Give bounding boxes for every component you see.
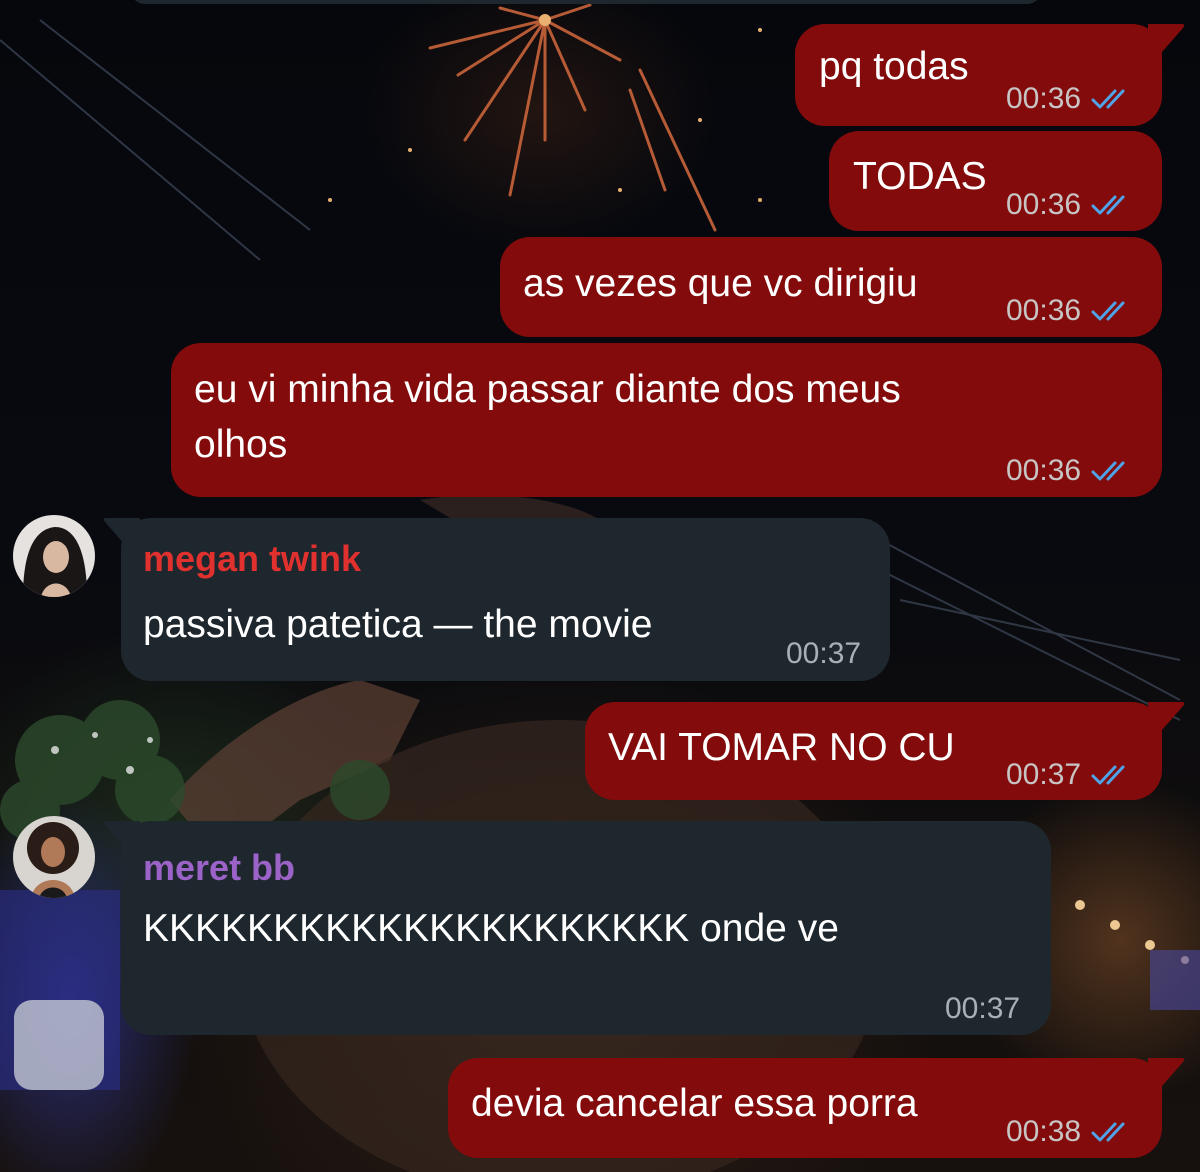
avatar-photo (13, 816, 95, 898)
message-text-line: olhos (194, 423, 288, 466)
message-bubble-outgoing[interactable]: VAI TOMAR NO CU 00:37 (585, 702, 1162, 800)
avatar-photo (13, 515, 95, 597)
message-time: 00:36 (1006, 188, 1082, 221)
bubble-tail (103, 821, 140, 849)
message-text: devia cancelar essa porra (471, 1082, 918, 1125)
avatar[interactable] (13, 816, 95, 898)
message-bubble-incoming[interactable]: megan twink passiva patetica — the movie… (121, 518, 890, 681)
message-bubble-outgoing[interactable]: devia cancelar essa porra 00:38 (448, 1058, 1162, 1158)
message-time: 00:38 (1006, 1115, 1082, 1148)
sender-name[interactable]: megan twink (143, 532, 361, 586)
message-text: as vezes que vc dirigiu (523, 262, 918, 305)
car-graphic (14, 1000, 104, 1090)
message-time: 00:36 (1006, 294, 1082, 327)
message-text: passiva patetica — the movie (143, 603, 653, 646)
message-bubble-incoming[interactable]: meret bb KKKKKKKKKKKKKKKKKKKKK onde ve 0… (121, 821, 1051, 1035)
message-bubble-outgoing[interactable]: TODAS 00:36 (829, 131, 1162, 231)
message-meta: 00:36 (1006, 444, 1135, 498)
message-time: 00:37 (786, 637, 862, 670)
message-bubble-outgoing[interactable]: pq todas 00:36 (795, 24, 1162, 126)
double-check-icon (1091, 461, 1125, 481)
double-check-icon (1091, 301, 1125, 321)
bubble-tail (1148, 1058, 1185, 1086)
message-text: VAI TOMAR NO CU (608, 726, 955, 769)
message-meta: 00:36 (1006, 72, 1135, 126)
message-time: 00:37 (945, 992, 1021, 1025)
message-text: pq todas (819, 45, 969, 88)
double-check-icon (1091, 765, 1125, 785)
message-bubble-outgoing[interactable]: eu vi minha vida passar diante dos meus … (171, 343, 1162, 497)
message-meta: 00:36 (1006, 284, 1135, 338)
message-text: KKKKKKKKKKKKKKKKKKKKK onde ve (143, 907, 839, 950)
message-time: 00:36 (1006, 82, 1082, 115)
message-time: 00:36 (1006, 454, 1082, 487)
fireworks-graphic (428, 3, 717, 232)
bubble-tail (1148, 702, 1185, 730)
message-meta: 00:38 (1006, 1105, 1135, 1159)
message-meta: 00:37 (1006, 748, 1135, 802)
previous-message-bubble (130, 0, 1042, 4)
double-check-icon (1091, 89, 1125, 109)
message-time: 00:37 (1006, 758, 1082, 791)
double-check-icon (1091, 195, 1125, 215)
avatar[interactable] (13, 515, 95, 597)
message-meta: 00:36 (1006, 178, 1135, 232)
message-text-line: eu vi minha vida passar diante dos meus (194, 368, 901, 411)
bubble-tail (103, 518, 140, 546)
sender-name[interactable]: meret bb (143, 841, 295, 895)
bubble-tail (1148, 24, 1185, 52)
message-text: TODAS (853, 155, 987, 198)
double-check-icon (1091, 1122, 1125, 1142)
message-bubble-outgoing[interactable]: as vezes que vc dirigiu 00:36 (500, 237, 1162, 337)
